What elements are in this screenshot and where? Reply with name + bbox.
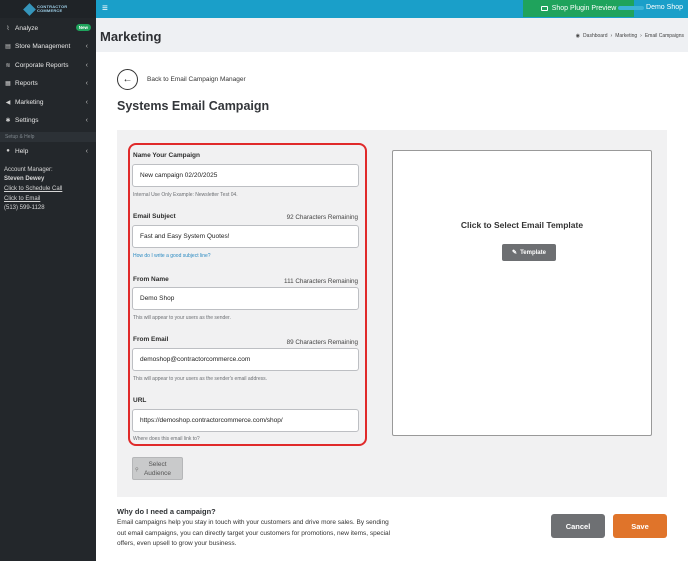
preview-label: Shop Plugin Preview <box>551 5 617 12</box>
from-name-input[interactable] <box>132 287 359 310</box>
logo-icon <box>23 2 36 16</box>
from-name-help: This will appear to your users as the se… <box>133 315 231 321</box>
pencil-icon: ✎ <box>512 250 518 256</box>
sidebar-item-label: Store Management <box>15 43 71 51</box>
shop-logo <box>618 6 644 10</box>
why-title: Why do I need a campaign? <box>117 507 216 516</box>
top-bar: ≡ Shop Plugin Preview Demo Shop <box>96 0 688 18</box>
logo[interactable]: CONTRACTOR COMMERCE <box>0 0 96 18</box>
chevron-left-icon: ‹ <box>85 147 88 155</box>
campaign-name-input[interactable] <box>132 164 359 187</box>
account-manager: Account Manager: Steven Dewey Click to S… <box>0 161 96 215</box>
layers-icon: ≋ <box>5 62 11 69</box>
account-phone: (513) 599-1128 <box>4 205 45 212</box>
email-subject-remaining: 92 Characters Remaining <box>286 214 358 221</box>
breadcrumb-marketing[interactable]: Marketing <box>615 33 637 39</box>
select-audience-button[interactable]: ⚲ Select Audience <box>132 457 183 480</box>
template-button-label: Template <box>520 249 546 256</box>
subject-help-link[interactable]: How do I write a good subject line? <box>133 253 211 259</box>
why-text: Email campaigns help you stay in touch w… <box>117 519 391 547</box>
template-selector[interactable] <box>392 150 652 436</box>
monitor-icon <box>540 6 548 11</box>
from-email-remaining: 89 Characters Remaining <box>286 339 358 346</box>
from-name-label: From Name <box>133 276 169 283</box>
dashboard-icon: ◉ <box>575 33 581 39</box>
save-button[interactable]: Save <box>613 514 667 538</box>
template-title: Click to Select Email Template <box>460 220 584 230</box>
chevron-right-icon: › <box>610 33 613 39</box>
sidebar-item-label: Corporate Reports <box>15 61 69 69</box>
url-input[interactable] <box>132 409 359 432</box>
account-name: Steven Dewey <box>4 176 45 183</box>
sidebar-item-reports[interactable]: ▦ Reports ‹ <box>0 75 96 94</box>
email-link[interactable]: Click to Email <box>4 195 96 205</box>
breadcrumb-dashboard[interactable]: Dashboard <box>583 33 607 39</box>
gear-icon: ✱ <box>5 118 11 125</box>
sidebar-item-label: Analyze <box>15 24 39 32</box>
breadcrumb: ◉ Dashboard › Marketing › Email Campaign… <box>576 33 684 39</box>
sidebar-item-marketing[interactable]: ◀ Marketing ‹ <box>0 93 96 112</box>
from-email-label: From Email <box>133 336 169 343</box>
table-icon: ▦ <box>5 81 11 88</box>
schedule-call-link[interactable]: Click to Schedule Call <box>4 185 96 195</box>
sidebar-item-label: Help <box>15 147 29 155</box>
chevron-left-icon: ‹ <box>85 117 88 125</box>
sidebar-item-label: Marketing <box>15 98 44 106</box>
url-label: URL <box>133 397 147 404</box>
chevron-left-icon: ‹ <box>85 80 88 88</box>
from-name-remaining: 111 Characters Remaining <box>284 278 358 285</box>
cancel-button[interactable]: Cancel <box>551 514 605 538</box>
select-audience-label-2: Audience <box>143 469 172 477</box>
megaphone-icon: ◀ <box>5 99 11 106</box>
url-help: Where does this email link to? <box>133 436 200 442</box>
template-button[interactable]: ✎ Template <box>502 244 556 261</box>
email-subject-label: Email Subject <box>133 213 176 220</box>
campaign-heading: Systems Email Campaign <box>117 99 270 113</box>
sidebar-item-store-management[interactable]: ▤ Store Management ‹ <box>0 38 96 57</box>
sidebar-item-corporate-reports[interactable]: ≋ Corporate Reports ‹ <box>0 56 96 75</box>
from-email-help: This will appear to your users as the se… <box>133 376 268 382</box>
sidebar-item-settings[interactable]: ✱ Settings ‹ <box>0 112 96 131</box>
chevron-left-icon: ‹ <box>85 61 88 69</box>
sidebar-item-label: Settings <box>15 117 39 125</box>
chart-line-icon: ⌇ <box>6 25 10 32</box>
hamburger-icon[interactable]: ≡ <box>102 3 108 15</box>
shop-name[interactable]: Demo Shop <box>646 4 683 11</box>
logo-text: CONTRACTOR COMMERCE <box>37 3 68 13</box>
from-email-input[interactable] <box>132 348 359 371</box>
sidebar-item-analyze[interactable]: ⌇ Analyze New <box>0 19 96 38</box>
question-icon: ● <box>6 148 10 155</box>
email-subject-input[interactable] <box>132 225 359 248</box>
sidebar-item-label: Reports <box>15 80 38 88</box>
user-icon: ⚲ <box>135 467 139 473</box>
store-icon: ▤ <box>5 44 11 51</box>
sidebar-item-help[interactable]: ● Help ‹ <box>0 142 96 161</box>
page-title: Marketing <box>100 29 162 44</box>
back-link[interactable]: Back to Email Campaign Manager <box>147 76 246 83</box>
campaign-name-help: Internal Use Only Example: Newsletter Te… <box>133 192 238 198</box>
breadcrumb-email-campaigns: Email Campaigns <box>644 33 684 39</box>
sidebar: CONTRACTOR COMMERCE ⌇ Analyze New ▤ Stor… <box>0 0 96 561</box>
back-arrow-icon[interactable]: ← <box>117 69 138 90</box>
sidebar-section-label: Setup & Help <box>0 132 96 142</box>
chevron-left-icon: ‹ <box>85 43 88 51</box>
account-label: Account Manager: <box>4 166 53 173</box>
select-audience-label-1: Select <box>148 460 167 468</box>
chevron-right-icon: › <box>640 33 642 39</box>
new-badge: New <box>75 24 91 31</box>
chevron-left-icon: ‹ <box>85 98 88 106</box>
campaign-name-label: Name Your Campaign <box>133 152 200 159</box>
